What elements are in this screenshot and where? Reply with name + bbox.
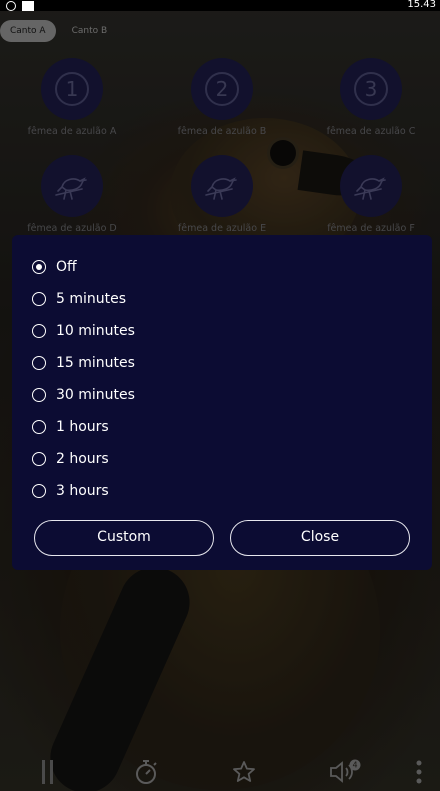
timer-option-label: 2 hours bbox=[56, 451, 109, 467]
app-notification-icon bbox=[6, 0, 16, 11]
timer-option-label: 10 minutes bbox=[56, 323, 135, 339]
radio-unselected-icon[interactable] bbox=[32, 420, 46, 434]
volume-button[interactable]: 4 bbox=[328, 759, 362, 785]
favorite-button[interactable] bbox=[231, 759, 257, 785]
more-options-button[interactable] bbox=[412, 759, 426, 785]
radio-unselected-icon[interactable] bbox=[32, 292, 46, 306]
custom-button[interactable]: Custom bbox=[34, 520, 214, 556]
radio-selected-icon[interactable] bbox=[32, 260, 46, 274]
timer-option-label: 30 minutes bbox=[56, 387, 135, 403]
timer-option-2-hours[interactable]: 2 hours bbox=[32, 443, 135, 475]
more-vertical-icon bbox=[416, 760, 422, 784]
timer-option-label: 15 minutes bbox=[56, 355, 135, 371]
timer-option-15-minutes[interactable]: 15 minutes bbox=[32, 347, 135, 379]
sleep-timer-dialog: Off 5 minutes 10 minutes 15 minutes 30 m… bbox=[12, 235, 432, 570]
timer-option-label: 3 hours bbox=[56, 483, 109, 499]
radio-unselected-icon[interactable] bbox=[32, 388, 46, 402]
timer-option-10-minutes[interactable]: 10 minutes bbox=[32, 315, 135, 347]
timer-option-off[interactable]: Off bbox=[32, 251, 135, 283]
square-notification-icon bbox=[22, 0, 34, 11]
close-button[interactable]: Close bbox=[230, 520, 410, 556]
volume-icon: 4 bbox=[330, 759, 361, 783]
timer-option-label: 1 hours bbox=[56, 419, 109, 435]
timer-icon bbox=[136, 760, 157, 784]
timer-option-30-minutes[interactable]: 30 minutes bbox=[32, 379, 135, 411]
timer-option-label: 5 minutes bbox=[56, 291, 127, 307]
radio-unselected-icon[interactable] bbox=[32, 324, 46, 338]
bottom-toolbar: 4 bbox=[0, 751, 440, 791]
timer-button[interactable] bbox=[133, 759, 159, 785]
radio-unselected-icon[interactable] bbox=[32, 356, 46, 370]
star-icon bbox=[233, 761, 255, 782]
volume-badge: 4 bbox=[352, 761, 357, 770]
radio-unselected-icon[interactable] bbox=[32, 452, 46, 466]
status-time: 15.43 bbox=[407, 0, 436, 10]
timer-option-3-hours[interactable]: 3 hours bbox=[32, 475, 135, 507]
timer-option-label: Off bbox=[56, 259, 77, 275]
timer-options-list: Off 5 minutes 10 minutes 15 minutes 30 m… bbox=[32, 251, 135, 507]
timer-option-1-hours[interactable]: 1 hours bbox=[32, 411, 135, 443]
pause-button[interactable] bbox=[38, 759, 58, 785]
timer-option-5-minutes[interactable]: 5 minutes bbox=[32, 283, 135, 315]
pause-icon bbox=[42, 760, 53, 784]
status-bar: 15.43 bbox=[0, 0, 440, 11]
radio-unselected-icon[interactable] bbox=[32, 484, 46, 498]
